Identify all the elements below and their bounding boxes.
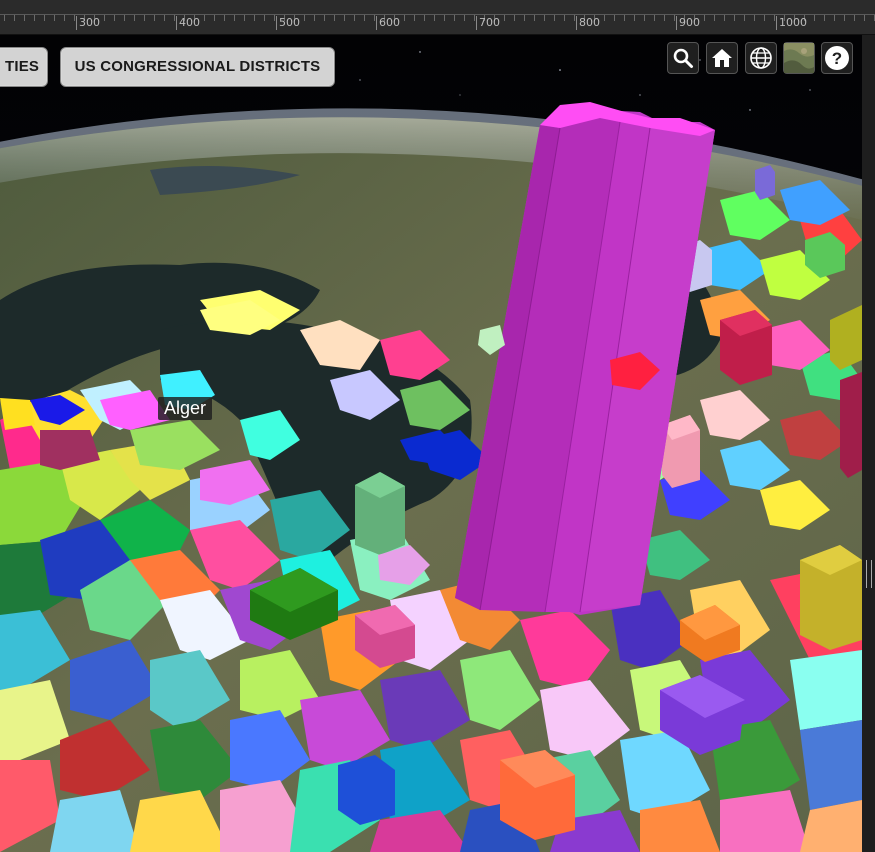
search-button[interactable] <box>667 42 699 74</box>
scrollbar-grip[interactable] <box>866 560 872 588</box>
ruler-tick-label: 600 <box>376 16 400 30</box>
globe-icon <box>750 47 772 69</box>
county-label-tooltip: Alger <box>158 397 213 420</box>
basemap-picker-button[interactable] <box>783 42 815 74</box>
ruler-tick-label: 400 <box>176 16 200 30</box>
vertical-scrollbar[interactable] <box>862 35 875 852</box>
ruler-tick-label: 900 <box>676 16 700 30</box>
congressional-districts-layer-button[interactable]: US CONGRESSIONAL DISTRICTS <box>60 47 335 87</box>
help-icon: ? <box>825 46 849 70</box>
basemap-icon <box>784 43 814 73</box>
congressional-districts-label: US CONGRESSIONAL DISTRICTS <box>74 58 321 75</box>
top-ruler: 300 400 500 600 700 800 900 1000 <box>0 0 875 35</box>
counties-layer-label: TIES <box>5 58 40 75</box>
globe-viewer[interactable] <box>0 35 862 852</box>
ruler-tick-label: 800 <box>576 16 600 30</box>
ruler-tick-label: 1000 <box>776 16 807 30</box>
help-button[interactable]: ? <box>821 42 853 74</box>
counties-layer-button[interactable]: TIES <box>0 47 48 87</box>
globe-scene[interactable] <box>0 35 862 852</box>
ruler-tick-label: 500 <box>276 16 300 30</box>
ruler-tick-label: 700 <box>476 16 500 30</box>
ruler-tick-label: 300 <box>76 16 100 30</box>
ruler-ticks <box>0 14 875 34</box>
help-glyph: ? <box>832 49 842 68</box>
home-icon <box>712 49 732 67</box>
home-button[interactable] <box>706 42 738 74</box>
search-icon <box>673 48 693 68</box>
view-mode-button[interactable] <box>745 42 777 74</box>
